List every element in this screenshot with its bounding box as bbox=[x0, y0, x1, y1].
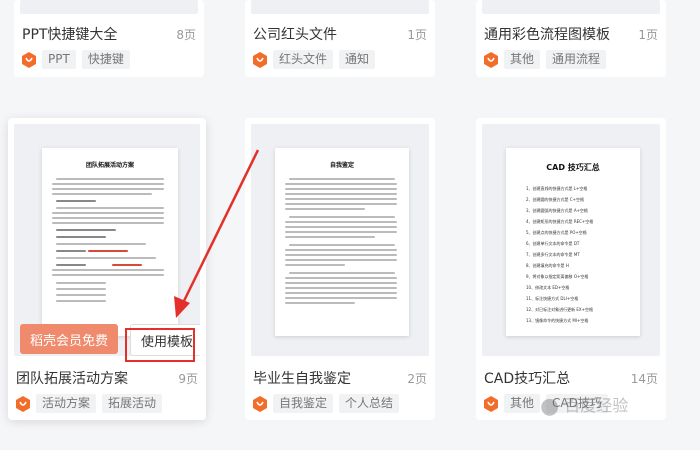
paw-icon: ● bbox=[540, 394, 560, 419]
watermark-text: 百度经验 bbox=[564, 396, 629, 415]
watermark: ● 百度经验 bbox=[540, 392, 628, 419]
annotation-arrow bbox=[174, 149, 260, 318]
